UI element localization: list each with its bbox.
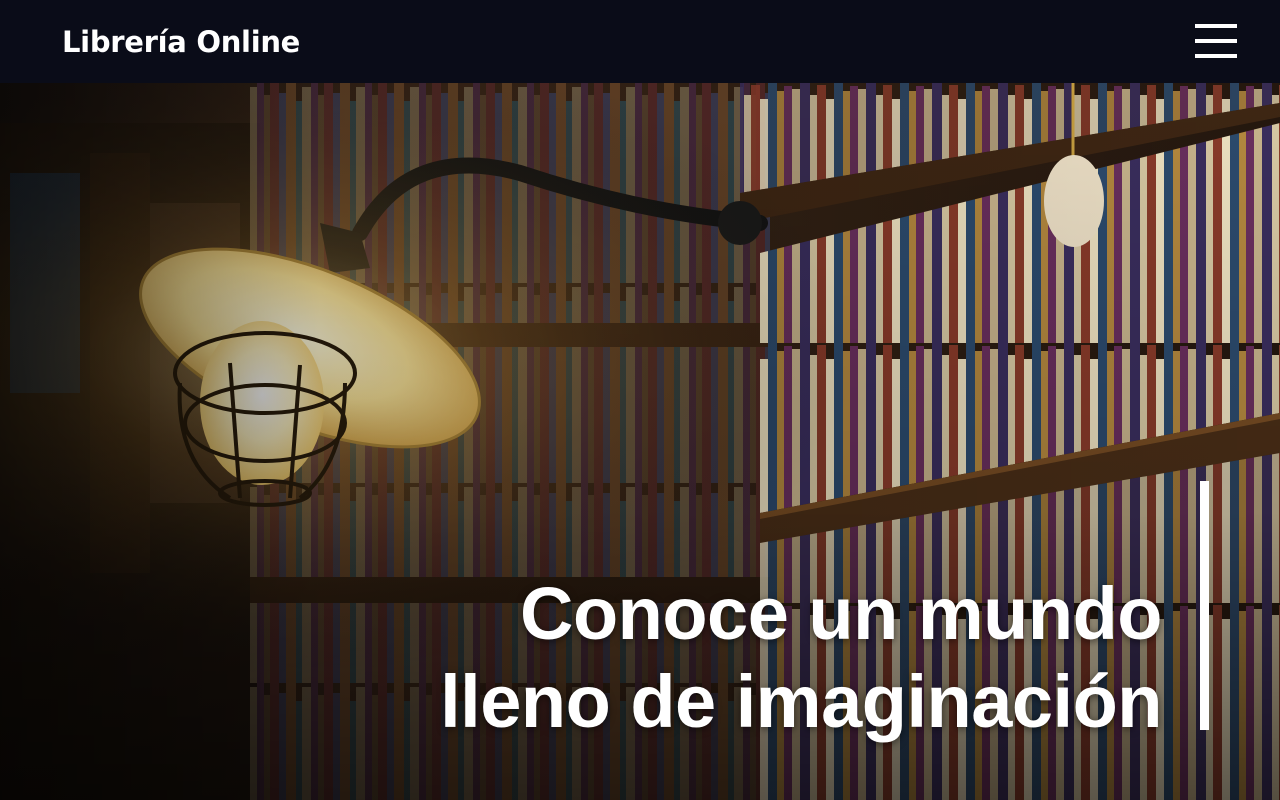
menu-bar-middle [1195,39,1237,43]
hero-headline: Conoce un mundo lleno de imaginación [440,570,1162,746]
hamburger-menu-icon[interactable] [1190,20,1242,62]
brand-logo[interactable]: Librería Online [62,22,300,62]
hero-accent-bar [1200,481,1209,730]
menu-bar-bottom [1195,54,1237,58]
menu-bar-top [1195,24,1237,28]
navbar: Librería Online [0,0,1280,83]
hero-section: Conoce un mundo lleno de imaginación [0,83,1280,800]
hero-headline-line-2: lleno de imaginación [440,659,1162,743]
hero-headline-line-1: Conoce un mundo [520,571,1162,655]
